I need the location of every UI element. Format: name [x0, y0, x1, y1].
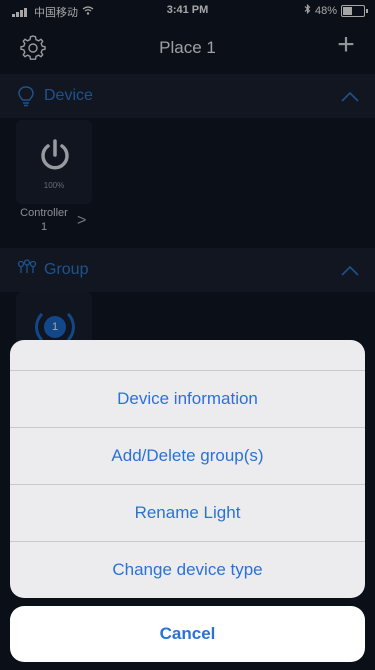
action-sheet: Device information Add/Delete group(s) R… — [10, 340, 365, 598]
device-information-button[interactable]: Device information — [10, 371, 365, 428]
app-screen: 中国移动 3:41 PM 48% Place 1 + Device 100% C… — [0, 0, 375, 670]
rename-light-button[interactable]: Rename Light — [10, 485, 365, 542]
action-sheet-header — [10, 340, 365, 371]
change-device-type-button[interactable]: Change device type — [10, 542, 365, 598]
cancel-button[interactable]: Cancel — [10, 606, 365, 662]
add-delete-groups-button[interactable]: Add/Delete group(s) — [10, 428, 365, 485]
